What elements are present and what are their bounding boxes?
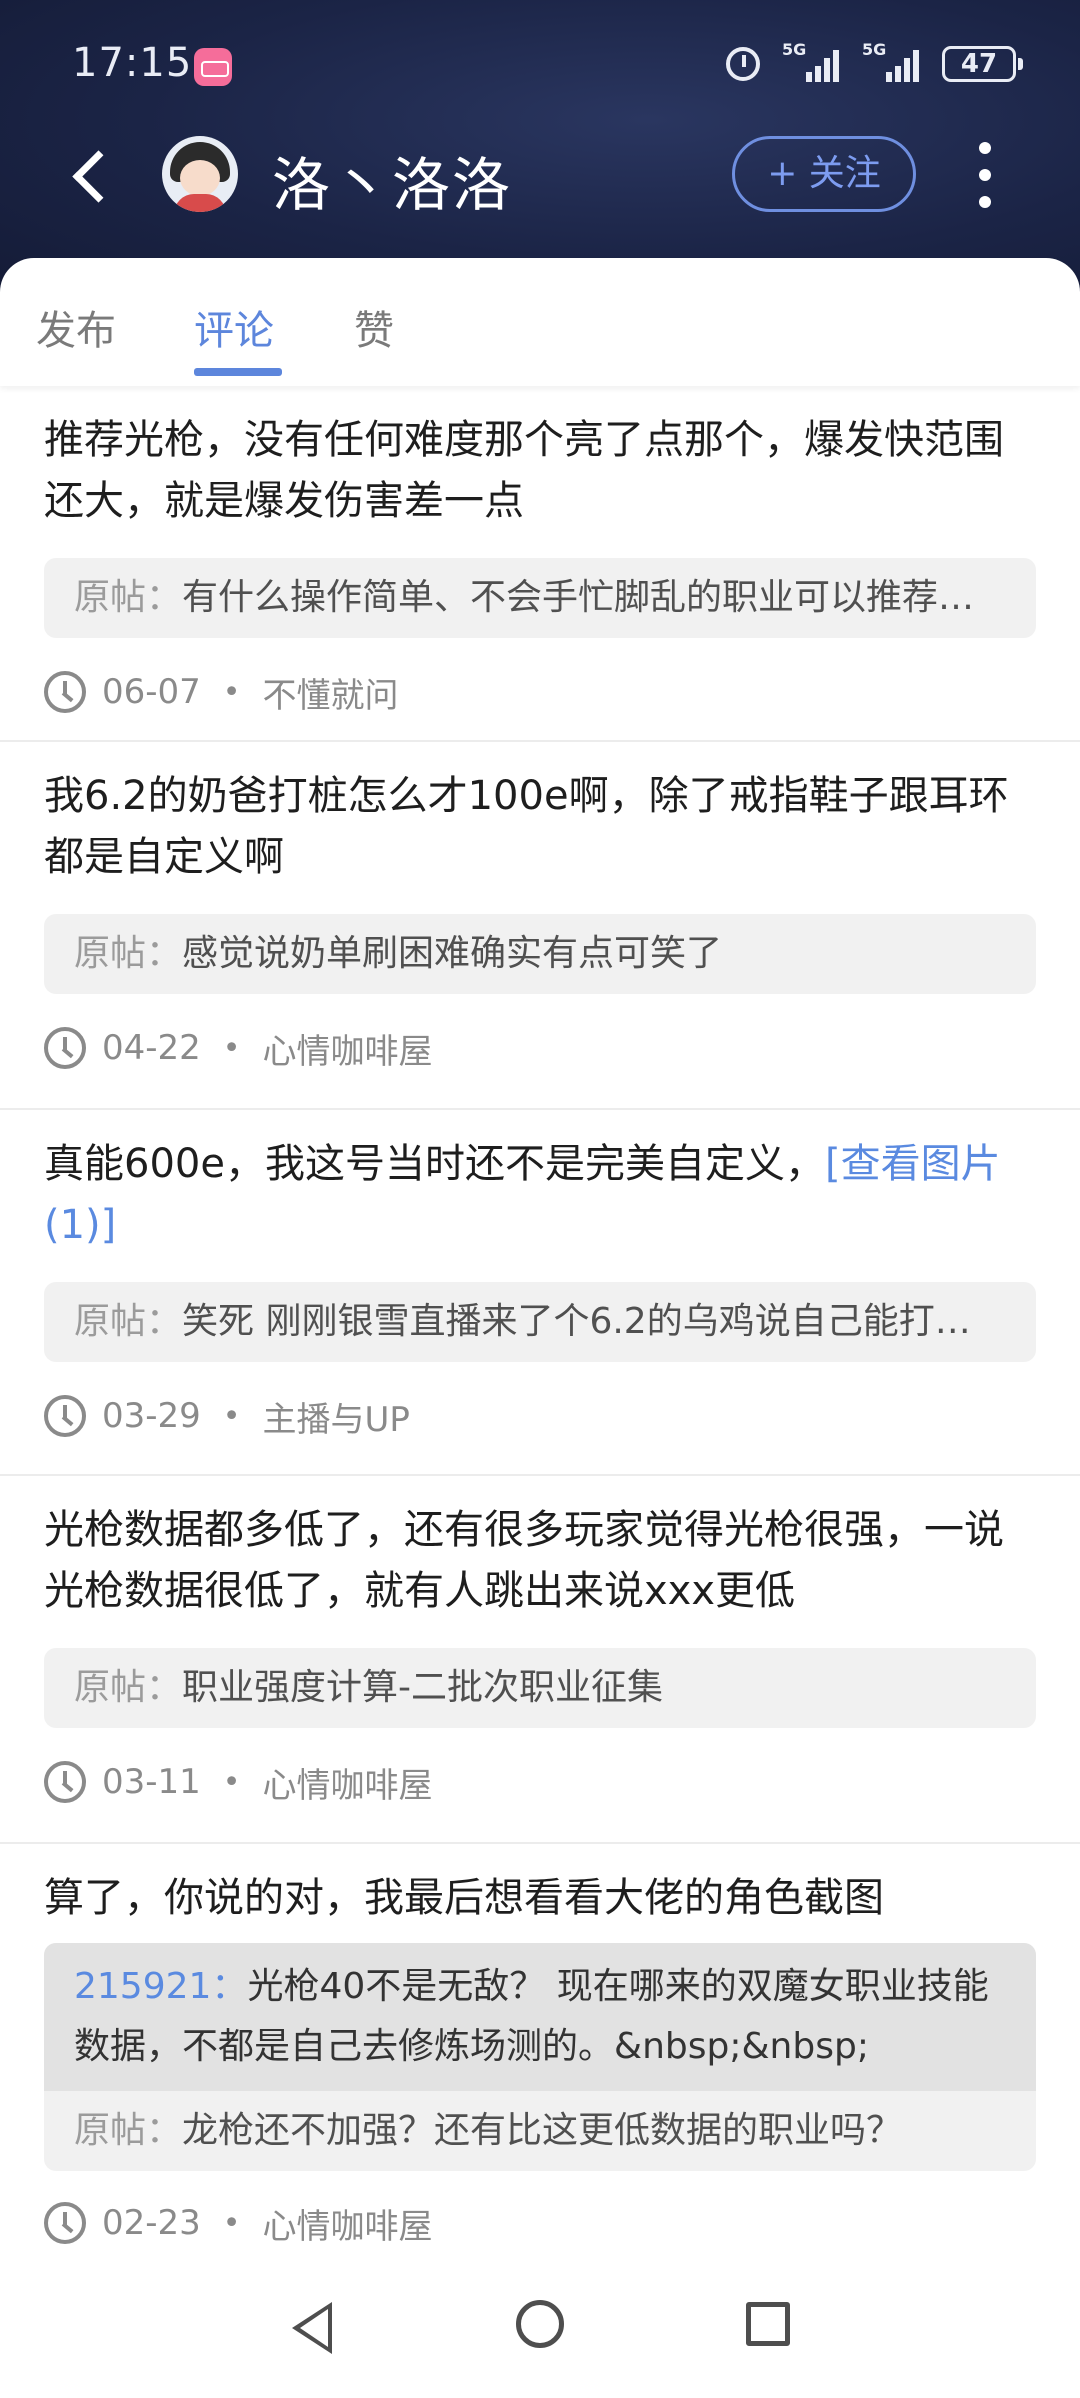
nav-back-icon[interactable] bbox=[292, 2302, 332, 2354]
original-post-title: 有什么操作简单、不会手忙脚乱的职业可以推荐… bbox=[182, 577, 975, 618]
active-tab-indicator bbox=[194, 368, 282, 376]
comment-date: 03-29 bbox=[102, 1396, 201, 1436]
clock-icon bbox=[44, 2202, 86, 2244]
profile-nav-row: 洛丶洛洛 + 关注 bbox=[0, 130, 1080, 230]
tab-comments[interactable]: 评论 bbox=[194, 298, 274, 356]
clock-icon bbox=[44, 1395, 86, 1437]
original-post-box[interactable]: 215921：光枪40不是无敌？ 现在哪来的双魔女职业技能数据，不都是自己去修炼… bbox=[44, 1943, 1036, 2171]
replied-comment[interactable]: 215921：光枪40不是无敌？ 现在哪来的双魔女职业技能数据，不都是自己去修炼… bbox=[44, 1943, 1036, 2091]
comment-text: 算了，你说的对，我最后想看看大佬的角色截图 bbox=[44, 1875, 884, 1921]
list-item[interactable]: 光枪数据都多低了，还有很多玩家觉得光枪很强，一说光枪数据很低了，就有人跳出来说x… bbox=[0, 1476, 1080, 1844]
alarm-icon bbox=[726, 47, 760, 81]
comment-text: 真能600e，我这号当时还不是完美自定义，[查看图片(1)] bbox=[44, 1141, 1001, 1248]
board-name[interactable]: 不懂就问 bbox=[263, 668, 399, 717]
clock-icon bbox=[44, 1027, 86, 1069]
list-item[interactable]: 我6.2的奶爸打桩怎么才100e啊，除了戒指鞋子跟耳环都是自定义啊 原帖：感觉说… bbox=[0, 742, 1080, 1110]
status-icons: 5G 5G 47 bbox=[726, 40, 1023, 82]
comment-feed: 推荐光枪，没有任何难度那个亮了点那个，爆发快范围还大，就是爆发伤害差一点 原帖：… bbox=[0, 386, 1080, 2275]
original-post-title: 感觉说奶单刷困难确实有点可笑了 bbox=[182, 933, 723, 974]
meta-separator: • bbox=[222, 1030, 241, 1066]
signal-icon: 5G bbox=[862, 40, 920, 82]
original-post-label: 原帖： bbox=[74, 933, 183, 974]
nav-home-icon[interactable] bbox=[516, 2300, 564, 2348]
comment-date: 06-07 bbox=[102, 672, 201, 712]
replied-user[interactable]: 215921： bbox=[74, 1966, 247, 2007]
page: 17:15 5G 5G 47 洛丶洛洛 + 关注 发布 评论 赞 推荐光枪，没有… bbox=[0, 0, 1080, 2398]
comment-text: 光枪数据都多低了，还有很多玩家觉得光枪很强，一说光枪数据很低了，就有人跳出来说x… bbox=[44, 1507, 1004, 1614]
signal-icon: 5G bbox=[782, 40, 840, 82]
comment-text: 我6.2的奶爸打桩怎么才100e啊，除了戒指鞋子跟耳环都是自定义啊 bbox=[44, 773, 1009, 880]
comment-meta: 04-22 • 心情咖啡屋 bbox=[44, 994, 1036, 1102]
battery-icon: 47 bbox=[942, 46, 1023, 82]
original-post-title: 笑死 刚刚银雪直播来了个6.2的乌鸡说自己能打… bbox=[182, 1301, 971, 1342]
follow-button[interactable]: + 关注 bbox=[732, 136, 916, 212]
list-item[interactable]: 推荐光枪，没有任何难度那个亮了点那个，爆发快范围还大，就是爆发伤害差一点 原帖：… bbox=[0, 386, 1080, 742]
tab-likes[interactable]: 赞 bbox=[354, 298, 394, 356]
board-name[interactable]: 心情咖啡屋 bbox=[263, 1758, 433, 1807]
comment-date: 02-23 bbox=[102, 2203, 201, 2243]
original-post-label: 原帖： bbox=[74, 2110, 183, 2151]
original-post-label: 原帖： bbox=[74, 1667, 183, 1708]
list-item[interactable]: 算了，你说的对，我最后想看看大佬的角色截图 215921：光枪40不是无敌？ 现… bbox=[0, 1844, 1080, 2275]
board-name[interactable]: 心情咖啡屋 bbox=[263, 2199, 433, 2248]
meta-separator: • bbox=[222, 2205, 241, 2241]
meta-separator: • bbox=[222, 674, 241, 710]
comment-meta: 06-07 • 不懂就问 bbox=[44, 638, 1036, 746]
original-post-label: 原帖： bbox=[74, 1301, 183, 1342]
comment-meta: 03-11 • 心情咖啡屋 bbox=[44, 1728, 1036, 1836]
tab-bar: 发布 评论 赞 bbox=[0, 258, 1080, 386]
comment-meta: 02-23 • 心情咖啡屋 bbox=[44, 2171, 1036, 2275]
user-name: 洛丶洛洛 bbox=[272, 151, 513, 219]
tab-posts[interactable]: 发布 bbox=[36, 298, 116, 356]
original-post-title: 职业强度计算-二批次职业征集 bbox=[182, 1667, 664, 1708]
bilibili-app-icon bbox=[194, 48, 232, 86]
clock-icon bbox=[44, 1761, 86, 1803]
board-name[interactable]: 心情咖啡屋 bbox=[263, 1024, 433, 1073]
comment-meta: 03-29 • 主播与UP bbox=[44, 1362, 1036, 1470]
system-navigation-bar bbox=[0, 2278, 1080, 2398]
comment-date: 03-11 bbox=[102, 1762, 201, 1802]
original-post-box[interactable]: 原帖：有什么操作简单、不会手忙脚乱的职业可以推荐… bbox=[44, 558, 1036, 638]
comment-date: 04-22 bbox=[102, 1028, 201, 1068]
original-post-box[interactable]: 原帖：职业强度计算-二批次职业征集 bbox=[44, 1648, 1036, 1728]
back-button[interactable] bbox=[66, 146, 126, 206]
meta-separator: • bbox=[222, 1398, 241, 1434]
original-post-box[interactable]: 原帖：笑死 刚刚银雪直播来了个6.2的乌鸡说自己能打… bbox=[44, 1282, 1036, 1362]
more-options-icon[interactable] bbox=[970, 142, 1000, 208]
list-item[interactable]: 真能600e，我这号当时还不是完美自定义，[查看图片(1)] 原帖：笑死 刚刚银… bbox=[0, 1110, 1080, 1476]
nav-recent-apps-icon[interactable] bbox=[746, 2302, 790, 2346]
board-name[interactable]: 主播与UP bbox=[263, 1392, 410, 1441]
status-time: 17:15 bbox=[72, 40, 193, 86]
original-post-box[interactable]: 原帖：感觉说奶单刷困难确实有点可笑了 bbox=[44, 914, 1036, 994]
avatar[interactable] bbox=[162, 136, 238, 212]
profile-header: 17:15 5G 5G 47 洛丶洛洛 + 关注 bbox=[0, 0, 1080, 300]
original-post-title: 龙枪还不加强？还有比这更低数据的职业吗？ bbox=[182, 2110, 903, 2151]
status-bar: 17:15 5G 5G 47 bbox=[0, 36, 1080, 96]
original-post-label: 原帖： bbox=[74, 577, 183, 618]
comment-text: 推荐光枪，没有任何难度那个亮了点那个，爆发快范围还大，就是爆发伤害差一点 bbox=[44, 417, 1004, 524]
meta-separator: • bbox=[222, 1764, 241, 1800]
clock-icon bbox=[44, 671, 86, 713]
